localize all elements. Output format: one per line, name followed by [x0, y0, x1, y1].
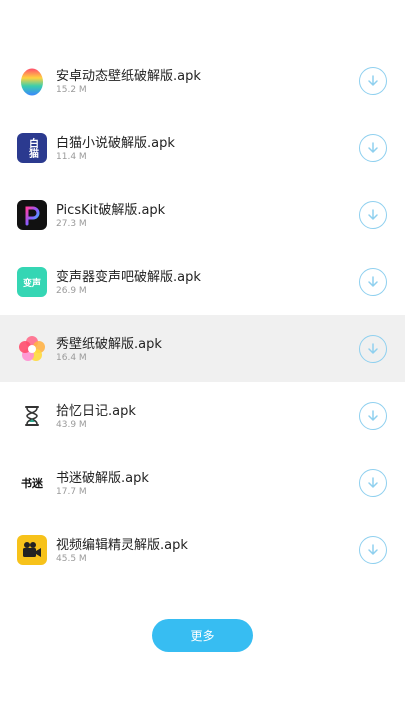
app-title: 安卓动态壁纸破解版.apk [56, 69, 201, 84]
hourglass-icon [17, 401, 47, 431]
app-size: 15.2 M [56, 85, 87, 95]
download-button[interactable] [359, 134, 387, 162]
list-item[interactable]: PicsKit破解版.apk 27.3 M [0, 181, 405, 248]
download-button[interactable] [359, 536, 387, 564]
list-item[interactable]: 变声 变声器变声吧破解版.apk 26.9 M [0, 248, 405, 315]
download-button[interactable] [359, 335, 387, 363]
more-button[interactable]: 更多 [152, 619, 253, 652]
app-size: 26.9 M [56, 286, 87, 296]
download-button[interactable] [359, 268, 387, 296]
app-size: 43.9 M [56, 420, 87, 430]
list-item[interactable]: 安卓动态壁纸破解版.apk 15.2 M [0, 47, 405, 114]
calligraphy-icon: 书迷 [17, 468, 47, 498]
download-arrow-icon [368, 142, 378, 153]
download-arrow-icon [368, 544, 378, 555]
download-arrow-icon [368, 75, 378, 86]
egg-icon [17, 66, 47, 96]
download-arrow-icon [368, 209, 378, 220]
list-item[interactable]: 白猫 白猫小说破解版.apk 11.4 M [0, 114, 405, 181]
download-arrow-icon [368, 343, 378, 354]
download-button[interactable] [359, 67, 387, 95]
app-title: 白猫小说破解版.apk [56, 136, 175, 151]
app-size: 16.4 M [56, 353, 87, 363]
app-size: 45.5 M [56, 554, 87, 564]
app-title: 书迷破解版.apk [56, 471, 149, 486]
icon-text: 变声 [22, 278, 41, 289]
voice-changer-icon: 变声 [17, 267, 47, 297]
app-title: 视频编辑精灵解版.apk [56, 538, 188, 553]
app-title: PicsKit破解版.apk [56, 203, 166, 218]
icon-text: 书迷 [21, 477, 43, 490]
app-title: 拾忆日记.apk [56, 404, 136, 419]
app-list: 安卓动态壁纸破解版.apk 15.2 M 白猫 白猫小说破解版.apk 11.4… [0, 47, 405, 583]
app-title: 变声器变声吧破解版.apk [56, 270, 201, 285]
download-button[interactable] [359, 469, 387, 497]
app-size: 17.7 M [56, 487, 87, 497]
download-arrow-icon [368, 410, 378, 421]
video-camera-icon [17, 535, 47, 565]
download-button[interactable] [359, 402, 387, 430]
download-arrow-icon [368, 276, 378, 287]
list-item[interactable]: 拾忆日记.apk 43.9 M [0, 382, 405, 449]
list-item[interactable]: 书迷 书迷破解版.apk 17.7 M [0, 449, 405, 516]
baimao-icon: 白猫 [17, 133, 47, 163]
icon-text: 白猫 [26, 138, 38, 158]
app-title: 秀壁纸破解版.apk [56, 337, 162, 352]
app-size: 27.3 M [56, 219, 87, 229]
list-item[interactable]: 秀壁纸破解版.apk 16.4 M [0, 315, 405, 382]
list-item[interactable]: 视频编辑精灵解版.apk 45.5 M [0, 516, 405, 583]
flower-icon [17, 334, 47, 364]
download-arrow-icon [368, 477, 378, 488]
download-button[interactable] [359, 201, 387, 229]
app-size: 11.4 M [56, 152, 87, 162]
picskit-icon [17, 200, 47, 230]
